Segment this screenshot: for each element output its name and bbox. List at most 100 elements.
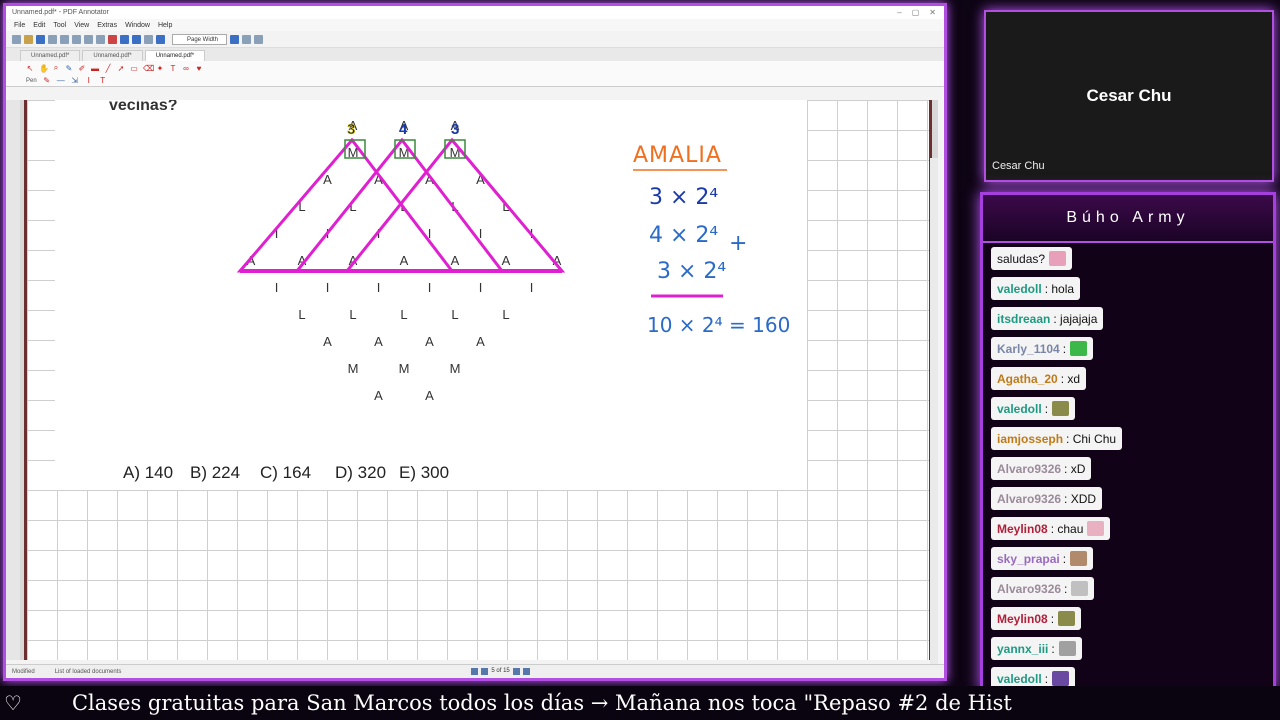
menu-tool[interactable]: Tool bbox=[53, 22, 66, 29]
chat-username[interactable]: valedoll bbox=[997, 282, 1042, 296]
chat-username[interactable]: itsdreaan bbox=[997, 312, 1050, 326]
chat-message: iamjosseph: Chi Chu bbox=[991, 427, 1123, 450]
count-middle: 4 bbox=[399, 121, 408, 138]
arrow-icon[interactable]: ➚ bbox=[117, 64, 125, 73]
zoom-out-icon[interactable] bbox=[156, 34, 165, 44]
select-icon[interactable]: ↖ bbox=[26, 64, 34, 73]
fit-page-icon[interactable] bbox=[242, 34, 251, 44]
zoom-tool-icon[interactable]: ⌕ bbox=[52, 63, 60, 73]
emote-icon bbox=[1052, 401, 1070, 416]
chat-username[interactable]: sky_prapai bbox=[997, 552, 1060, 566]
minimize-icon[interactable]: – bbox=[897, 8, 901, 17]
menu-help[interactable]: Help bbox=[158, 22, 172, 29]
open-icon[interactable] bbox=[24, 34, 33, 44]
text-strike-icon[interactable]: T bbox=[99, 76, 107, 85]
chat-username[interactable]: Alvaro9326 bbox=[997, 582, 1061, 596]
pen-icon[interactable]: ✎ bbox=[65, 64, 73, 73]
chat-message: valedoll: bbox=[991, 397, 1076, 420]
link-icon[interactable]: ∞ bbox=[182, 64, 190, 73]
zoom-in-icon[interactable] bbox=[230, 34, 239, 44]
triangle-letter: I bbox=[530, 280, 534, 295]
redo-icon[interactable] bbox=[132, 34, 141, 44]
chat-username[interactable]: yannx_iii bbox=[997, 642, 1048, 656]
undo-icon[interactable] bbox=[120, 34, 129, 44]
print-icon[interactable] bbox=[48, 34, 57, 44]
chat-username[interactable]: Alvaro9326 bbox=[997, 462, 1061, 476]
hand-icon[interactable]: ✋ bbox=[39, 64, 49, 73]
color-picker-icon[interactable]: ✎ bbox=[43, 76, 51, 85]
chat-title: Búho Army bbox=[983, 195, 1273, 243]
new-icon[interactable] bbox=[12, 34, 21, 44]
chat-text: : jajajaja bbox=[1053, 311, 1098, 326]
page-navigation: 5 of 15 bbox=[471, 668, 530, 675]
email-icon[interactable] bbox=[60, 34, 69, 44]
webcam-label: Cesar Chu bbox=[992, 160, 1045, 172]
prev-page-icon[interactable] bbox=[481, 668, 489, 675]
vertical-scrollbar[interactable] bbox=[930, 158, 938, 678]
menu-edit[interactable]: Edit bbox=[33, 22, 45, 29]
marker-icon[interactable]: ✐ bbox=[78, 64, 86, 73]
annotation-toolbar: ↖ ✋ ⌕ ✎ ✐ ▬ ╱ ➚ ▭ ⌫ ✦ T ∞ ♥ bbox=[6, 61, 944, 75]
doc-tab-2[interactable]: Unnamed.pdf* bbox=[82, 50, 143, 61]
stamp-icon[interactable]: ✦ bbox=[156, 64, 164, 73]
page-indicator[interactable]: 5 of 15 bbox=[491, 668, 509, 675]
menu-view[interactable]: View bbox=[74, 22, 89, 29]
line-icon[interactable]: ╱ bbox=[104, 64, 112, 73]
eraser-icon[interactable]: ⌫ bbox=[143, 64, 154, 73]
rectangle-icon[interactable]: ▭ bbox=[130, 64, 138, 73]
first-page-icon[interactable] bbox=[471, 668, 479, 675]
maximize-icon[interactable]: ▢ bbox=[912, 8, 920, 17]
text-icon[interactable]: T bbox=[169, 64, 177, 73]
status-modified: Modified bbox=[12, 668, 35, 675]
text-size-icon[interactable]: I bbox=[85, 76, 93, 85]
option-c[interactable]: C) 164 bbox=[260, 463, 311, 482]
fit-width-icon[interactable] bbox=[254, 34, 263, 44]
menu-file[interactable]: File bbox=[14, 22, 25, 29]
annotation-triangle-1 bbox=[236, 137, 456, 273]
triangle-letter: A bbox=[374, 388, 383, 403]
chat-message: sky_prapai: bbox=[991, 547, 1094, 570]
next-page-icon[interactable] bbox=[512, 668, 520, 675]
left-panel-strip bbox=[6, 100, 20, 660]
copy-icon[interactable] bbox=[84, 34, 93, 44]
pen-options-bar: Pen ✎ — ⇲ I T bbox=[6, 75, 944, 87]
menu-window[interactable]: Window bbox=[125, 22, 150, 29]
status-documents[interactable]: List of loaded documents bbox=[55, 669, 122, 675]
cut-icon[interactable] bbox=[72, 34, 81, 44]
pdf-page[interactable]: vecinas? AAAMMMAAAALLLLLIIIIIIAAAAAAAIII… bbox=[24, 100, 932, 660]
chat-message: saludas? bbox=[991, 247, 1073, 270]
save-icon[interactable] bbox=[36, 34, 45, 44]
doc-tab-3[interactable]: Unnamed.pdf* bbox=[144, 50, 206, 61]
line-style-icon[interactable]: — bbox=[57, 76, 65, 85]
chat-username[interactable]: Meylin08 bbox=[997, 522, 1048, 536]
chat-username[interactable]: Agatha_20 bbox=[997, 372, 1058, 386]
chat-username[interactable]: valedoll bbox=[997, 672, 1042, 686]
paste-icon[interactable] bbox=[96, 34, 105, 44]
option-b[interactable]: B) 224 bbox=[190, 463, 240, 482]
close-icon[interactable]: ✕ bbox=[929, 8, 936, 17]
highlighter-icon[interactable]: ▬ bbox=[91, 64, 99, 73]
emote-icon bbox=[1052, 671, 1070, 686]
last-page-icon[interactable] bbox=[522, 668, 530, 675]
find-icon[interactable] bbox=[144, 34, 153, 44]
chat-username[interactable]: valedoll bbox=[997, 402, 1042, 416]
option-e[interactable]: E) 300 bbox=[399, 463, 449, 482]
zoom-select[interactable]: Page Width bbox=[172, 33, 227, 45]
chat-username[interactable]: iamjosseph bbox=[997, 432, 1063, 446]
note-line-3: 3 × 2⁴ bbox=[657, 259, 726, 284]
chat-username[interactable]: Karly_1104 bbox=[997, 342, 1060, 356]
triangle-letter: I bbox=[326, 280, 330, 295]
favorite-icon[interactable]: ♥ bbox=[195, 64, 203, 73]
option-d[interactable]: D) 320 bbox=[335, 463, 386, 482]
option-a[interactable]: A) 140 bbox=[123, 463, 173, 482]
delete-icon[interactable] bbox=[108, 34, 117, 44]
chat-username[interactable]: Meylin08 bbox=[997, 612, 1048, 626]
doc-tab-1[interactable]: Unnamed.pdf* bbox=[20, 50, 81, 61]
bottom-ticker: ♡ Clases gratuitas para San Marcos todos… bbox=[0, 686, 1280, 720]
window-title: Unnamed.pdf* - PDF Annotator bbox=[12, 9, 109, 16]
note-line-2: 4 × 2⁴ bbox=[649, 223, 718, 248]
chat-username[interactable]: Alvaro9326 bbox=[997, 492, 1061, 506]
chat-text: : bbox=[1051, 641, 1055, 656]
width-icon[interactable]: ⇲ bbox=[71, 76, 79, 85]
menu-extras[interactable]: Extras bbox=[97, 22, 117, 29]
